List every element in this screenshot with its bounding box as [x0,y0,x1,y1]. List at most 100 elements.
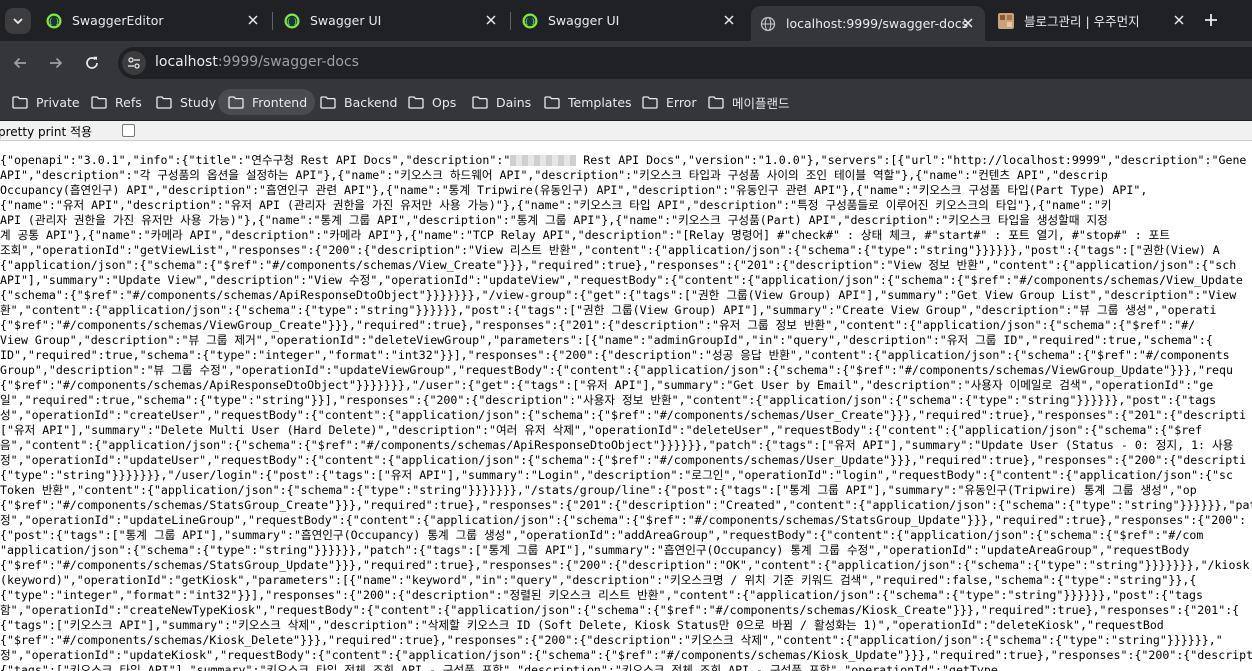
bookmark-folder-error[interactable]: Error [632,89,704,115]
json-line: 조회","operationId":"getViewList","respons… [0,243,1220,257]
json-line: 성","operationId":"createUser","requestBo… [0,408,1247,422]
address-bar[interactable]: localhost:9999/swagger-docs [118,47,1252,79]
tab-title: 블로그관리 | 우주먼지 [1024,14,1140,29]
blog-favicon [998,12,1014,29]
json-line: Token 반환","content":{"application/json":… [0,483,1197,497]
pretty-print-bar: pretty print 적용 [0,121,1252,141]
bookmark-label: Error [666,94,697,110]
reload-icon [86,56,98,69]
json-line: 음","content":{"application/json":{"schem… [0,438,1234,452]
bookmark-label: Frontend [252,94,308,110]
tab-swagger-editor[interactable]: { } SwaggerEditor [38,6,270,35]
bookmark-label: Study [180,94,217,110]
folder-icon [320,95,336,109]
tab-swagger-docs[interactable]: localhost:9999/swagger-docs [751,6,985,41]
bookmarks-bar: Private Refs Study Frontend Backend Ops … [0,85,1252,121]
plus-icon [1205,14,1217,26]
pretty-print-label: pretty print 적용 [0,125,93,139]
folder-icon [642,95,658,109]
toolbar: localhost:9999/swagger-docs [0,41,1252,85]
bookmark-folder-ops[interactable]: Ops [398,89,464,115]
swagger-icon: { } [284,13,300,28]
close-icon[interactable] [484,13,498,27]
json-line: Group","description":"뷰 그룹 수정","operatio… [0,363,1233,377]
tab-title: Swagger UI [548,13,620,28]
tab-swagger-ui-2[interactable]: { } Swagger UI [514,6,746,35]
json-line: {"type":"string"}}}}}}},"/user/login":{"… [0,468,1233,482]
svg-text:{ }: { } [524,18,535,26]
close-icon[interactable] [246,13,260,27]
json-line: "application/json":{"schema":{"type":"st… [0,543,1190,557]
json-line: API"],"summary":"Update View","descripti… [0,273,1243,287]
bookmark-folder-study[interactable]: Study [146,89,224,115]
bookmark-folder-refs[interactable]: Refs [81,89,150,115]
bookmark-folder-private[interactable]: Private [2,89,88,115]
chevron-down-icon [13,18,23,25]
tab-divider [272,12,273,30]
tab-title: Swagger UI [310,13,382,28]
folder-icon [91,95,107,109]
bookmark-folder-frontend[interactable]: Frontend [218,89,316,115]
json-segment: {"openapi":"3.0.1","info":{"title":"연수구청… [0,153,511,167]
back-button[interactable] [9,52,31,74]
page-content: pretty print 적용 {"openapi":"3.0.1","info… [0,121,1252,671]
json-segment: Rest API Docs","version":"1.0.0"},"serve… [576,153,1247,167]
json-line: View Group","description":"뷰 그룹 제거","ope… [0,333,1213,347]
new-tab-button[interactable] [1200,9,1222,31]
close-icon[interactable] [722,13,736,27]
svg-text:{ }: { } [48,18,59,26]
tab-blog-admin[interactable]: 블로그관리 | 우주먼지 [990,6,1196,35]
folder-icon [12,95,28,109]
json-line: Occupancy(흡연인구) API","description":"흡연인구… [0,183,1148,197]
tab-search-button[interactable] [5,8,31,34]
pretty-print-checkbox[interactable] [122,124,135,137]
json-line: API","description":"각 구성품의 옵션을 설정하는 API"… [0,168,1108,182]
json-line: 일","required":true,"schema":{"type":"str… [0,393,1217,407]
bookmark-folder-backend[interactable]: Backend [310,89,405,115]
url-text: localhost:9999/swagger-docs [155,54,359,70]
json-line: {"application/json":{"schema":{"$ref":"#… [0,258,1237,272]
bookmark-folder-dains[interactable]: Dains [462,89,539,115]
json-line: {"openapi":"3.0.1","info":{"title":"연수구청… [0,153,1252,168]
arrow-right-icon [50,57,63,69]
close-icon[interactable] [961,16,975,30]
close-icon[interactable] [1172,13,1186,27]
json-line: 계 공통 API"},{"name":"카메라 API","descriptio… [0,228,1170,242]
bookmark-label: Private [36,94,80,110]
json-line: ID","required":true,"schema":{"type":"in… [0,348,1230,362]
site-info-button[interactable] [122,51,146,75]
bookmark-label: 메이플랜드 [732,95,790,111]
tab-swagger-ui-1[interactable]: { } Swagger UI [276,6,508,35]
tune-icon [128,57,140,69]
json-line: 정","operationId":"updateLineGroup","requ… [0,513,1247,527]
url-path: :9999/swagger-docs [217,54,359,70]
forward-button[interactable] [45,52,67,74]
json-line: 정","operationId":"updateUser","requestBo… [0,453,1247,467]
json-line: 정","operationId":"updateKiosk","requestB… [0,648,1252,662]
json-line: (keyword)","operationId":"getKiosk","par… [0,573,1197,587]
folder-icon [708,95,724,109]
bookmark-label: Refs [115,94,142,110]
json-line: {"name":"유저 API","description":"유저 API (… [0,198,1112,212]
json-line: {"$ref":"#/components/schemas/StatsGroup… [0,498,1252,512]
globe-icon [760,16,776,31]
url-host: localhost [155,54,218,70]
json-body: {"openapi":"3.0.1","info":{"title":"연수구청… [0,153,1252,671]
tab-divider [510,12,511,30]
json-line: {"type":"integer","format":"int32"}}],"r… [0,588,1203,602]
json-line: {"tags":["키오스크 API"],"summary":"키오스크 삭제"… [0,618,1164,632]
json-line: {"$ref":"#/components/schemas/ViewGroup_… [0,318,1196,332]
json-line: 환","content":{"application/json":{"schem… [0,303,1217,317]
json-line: {"$ref":"#/components/schemas/StatsGroup… [0,558,1250,572]
json-line: {"post":{"tags":["통계 그룹 API"],"summary":… [0,528,1204,542]
svg-text:{ }: { } [286,18,297,26]
folder-icon [228,95,244,109]
swagger-icon: { } [522,13,538,28]
json-line: API (관리자 권한을 가진 유저만 사용 가능)"},{"name":"통계… [0,213,1108,227]
reload-button[interactable] [81,52,103,74]
bookmark-folder-mapleland[interactable]: 메이플랜드 [698,89,798,115]
bookmark-folder-templates[interactable]: Templates [534,89,640,115]
folder-icon [472,95,488,109]
json-line: {"$ref":"#/components/schemas/Kiosk_Dele… [0,633,1223,647]
folder-icon [544,95,560,109]
